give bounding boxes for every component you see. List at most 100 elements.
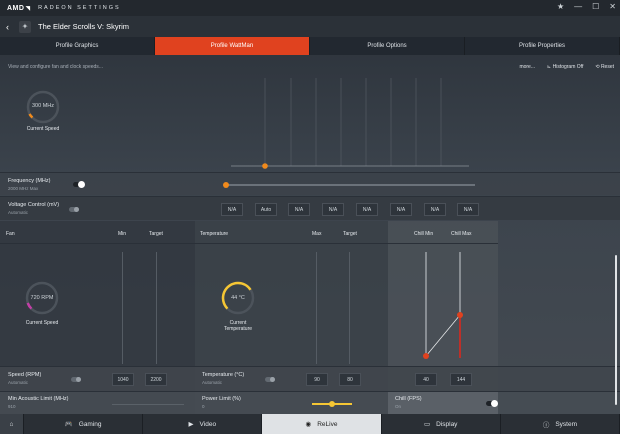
nav-relive[interactable]: ◉ ReLive [262, 414, 382, 434]
temp-target-slider[interactable] [349, 252, 350, 364]
clock-state-point[interactable] [262, 163, 268, 169]
tab-profile-wattman[interactable]: Profile WattMan [155, 37, 310, 55]
game-header: ‹ ✦ The Elder Scrolls V: Skyrim [0, 16, 620, 37]
voltage-state-1[interactable]: Auto [255, 203, 277, 216]
game-title: The Elder Scrolls V: Skyrim [38, 22, 129, 31]
info-icon: ⓘ [542, 422, 550, 429]
clock-state-chart[interactable] [225, 76, 475, 172]
dragon-icon: ✦ [19, 20, 31, 33]
temp-gauge-value: 44 °C [231, 295, 245, 301]
nav-relive-label: ReLive [317, 420, 338, 428]
profile-tabs: Profile Graphics Profile WattMan Profile… [0, 37, 620, 55]
fan-speed-toggle[interactable] [71, 377, 81, 382]
fan-gauge-label: Current Speed [25, 320, 59, 326]
voltage-toggle[interactable] [69, 207, 79, 212]
temperature-header: Temperature [200, 231, 229, 237]
nav-system[interactable]: ⓘ System [501, 414, 620, 434]
bottom-navigation: ⌂ 🎮 Gaming ▶ Video ◉ ReLive ▭ Display ⓘ Syste… [0, 414, 620, 434]
voltage-state-2[interactable]: N/A [288, 203, 310, 216]
chill-max-point[interactable] [457, 312, 463, 318]
scrollbar[interactable] [615, 255, 617, 405]
temp-gauge-label: Current Temperature [223, 320, 253, 332]
temp-target-value[interactable]: 80 [339, 373, 361, 386]
temp-target-header: Target [343, 231, 357, 237]
power-limit-thumb[interactable] [329, 400, 335, 407]
nav-gaming[interactable]: 🎮 Gaming [24, 414, 144, 434]
nav-gaming-label: Gaming [78, 420, 102, 428]
chill-graph[interactable] [415, 250, 475, 362]
nav-video-label: Video [199, 420, 217, 428]
nav-video[interactable]: ▶ Video [143, 414, 263, 434]
voltage-state-5[interactable]: N/A [390, 203, 412, 216]
amd-logo-mark: ◥ [25, 5, 31, 12]
temp-label: Temperature (°C) [202, 372, 245, 378]
gpu-gauge-value: 300 MHz [31, 103, 54, 109]
chill-min-header: Chill Min [414, 231, 434, 237]
more-link[interactable]: more... [519, 64, 535, 70]
play-icon: ▶ [188, 421, 194, 428]
acoustic-label: Min Acoustic Limit (MHz) [8, 396, 69, 402]
nav-display[interactable]: ▭ Display [382, 414, 501, 434]
voltage-state-7[interactable]: N/A [457, 203, 479, 216]
power-limit-value: 0 [202, 404, 205, 409]
minimize-icon[interactable]: — [574, 2, 582, 11]
frequency-sub: 2000 MHz Max [8, 186, 39, 191]
window-controls: ★ — ☐ ✕ [557, 2, 616, 11]
app-name: RADEON SETTINGS [38, 5, 121, 11]
voltage-state-0[interactable]: N/A [221, 203, 243, 216]
reset-button[interactable]: ⟲ Reset [595, 64, 614, 70]
fan-target-slider[interactable] [156, 252, 157, 364]
nav-home[interactable]: ⌂ [0, 414, 24, 434]
histogram-toggle[interactable]: ⊾ Histogram Off [547, 64, 583, 70]
star-icon[interactable]: ★ [557, 2, 564, 11]
temp-max-value[interactable]: 90 [306, 373, 328, 386]
back-arrow-icon[interactable]: ‹ [6, 22, 9, 32]
chill-min-point[interactable] [423, 353, 429, 359]
section-divider [0, 243, 498, 244]
reset-label: Reset [600, 64, 614, 70]
fan-header: Fan [6, 231, 15, 237]
temp-sub: Automatic [202, 380, 223, 385]
temperature-gauge: 44 °C Current Temperature [215, 279, 261, 332]
frequency-row: Frequency (MHz) 2000 MHz Max [0, 172, 620, 195]
tab-profile-properties[interactable]: Profile Properties [465, 37, 620, 55]
page-description: View and configure fan and clock speeds.… [8, 64, 103, 70]
temp-max-slider[interactable] [316, 252, 317, 364]
fan-target-value[interactable]: 2200 [145, 373, 167, 386]
gpu-gauge-label: Current Speed [26, 126, 60, 132]
fan-min-value[interactable]: 1040 [112, 373, 134, 386]
frequency-toggle[interactable] [73, 181, 85, 188]
power-limit-label: Power Limit (%) [202, 396, 241, 402]
voltage-state-3[interactable]: N/A [322, 203, 344, 216]
fan-min-slider[interactable] [122, 252, 123, 364]
chill-max-value[interactable]: 144 [450, 373, 472, 386]
temp-toggle[interactable] [265, 377, 275, 382]
fan-target-header: Target [149, 231, 163, 237]
gpu-speed-gauge: 300 MHz Current Speed [20, 88, 66, 138]
frequency-slider-thumb[interactable] [223, 182, 229, 188]
temp-max-header: Max [312, 231, 322, 237]
tab-profile-options[interactable]: Profile Options [310, 37, 465, 55]
frequency-label: Frequency (MHz) [8, 178, 51, 184]
chill-max-header: Chill Max [451, 231, 472, 237]
tab-profile-graphics[interactable]: Profile Graphics [0, 37, 155, 55]
fan-min-header: Min [118, 231, 127, 237]
title-bar: AMD ◥ RADEON SETTINGS ★ — ☐ ✕ [0, 0, 620, 16]
nav-system-label: System [555, 420, 577, 428]
chill-min-value[interactable]: 40 [415, 373, 437, 386]
voltage-state-4[interactable]: N/A [356, 203, 378, 216]
chill-toggle[interactable] [486, 400, 498, 407]
acoustic-power-row: Min Acoustic Limit (MHz) 910 Power Limit… [0, 391, 620, 415]
fan-speed-gauge: 720 RPM Current Speed [19, 279, 65, 329]
nav-display-label: Display [436, 420, 458, 428]
amd-logo: AMD [7, 4, 25, 12]
monitor-icon: ▭ [423, 421, 431, 428]
chill-fps-sub: On [395, 404, 402, 409]
frequency-slider[interactable] [226, 184, 475, 186]
acoustic-slider[interactable] [112, 404, 184, 405]
close-icon[interactable]: ✕ [609, 2, 616, 11]
maximize-icon[interactable]: ☐ [592, 2, 599, 11]
acoustic-value: 910 [8, 404, 16, 409]
radeon-settings-window: AMD ◥ RADEON SETTINGS ★ — ☐ ✕ ‹ ✦ The El… [0, 0, 620, 434]
voltage-state-6[interactable]: N/A [424, 203, 446, 216]
